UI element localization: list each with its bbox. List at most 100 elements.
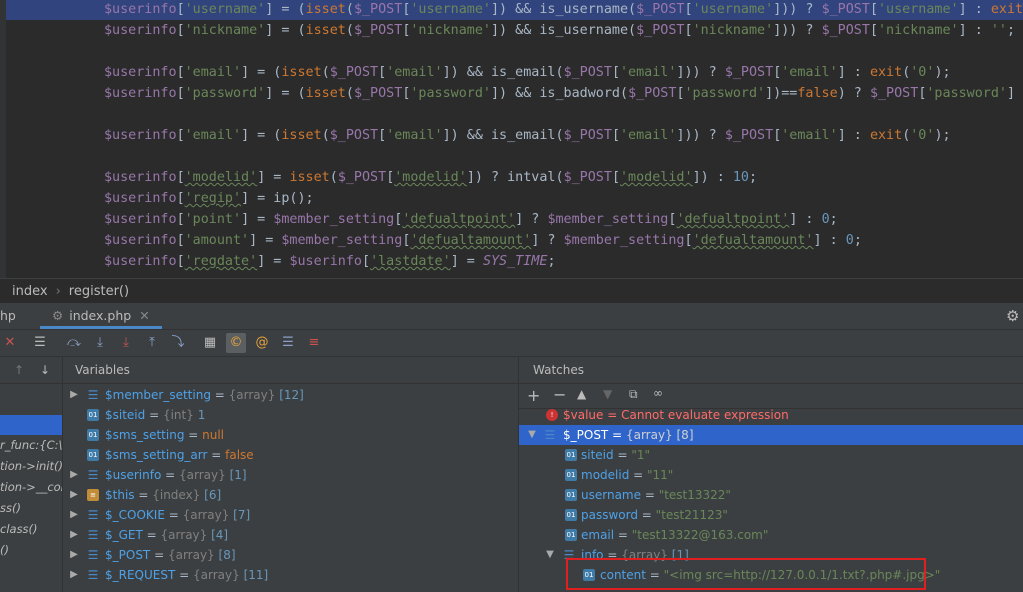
expand-arrow-icon[interactable]: ▶ [69, 545, 79, 565]
array-icon: ☰ [544, 428, 556, 442]
tab-index-php[interactable]: ⚙ index.php ✕ [40, 303, 162, 329]
variable-row[interactable]: ▶ ≡ $this = {index} [6] [63, 485, 518, 505]
variable-type-icon: 01 [87, 449, 99, 461]
variable-row[interactable]: ▶ ☰ $_REQUEST = {array} [11] [63, 565, 518, 585]
step-over-icon[interactable]: ⤓ [90, 333, 110, 353]
variable-text: $sms_setting_arr = false [105, 448, 254, 462]
code-line[interactable]: $userinfo['point'] = $member_setting['de… [104, 209, 838, 230]
variable-row[interactable]: 01 $sms_setting_arr = false [63, 445, 518, 465]
code-line[interactable]: $userinfo['regip'] = ip(); [104, 188, 314, 209]
watches-header: Watches [519, 357, 1023, 384]
code-line[interactable]: $userinfo['email'] = (isset($_POST['emai… [104, 62, 951, 83]
variable-type-icon: 01 [87, 409, 99, 421]
watches-panel: Watches + − ▲ ▼ ⧉ ∞ ! $value = Cannot eva… [519, 357, 1023, 592]
variable-text: $_COOKIE = {array} [7] [105, 508, 251, 522]
move-up-icon[interactable]: ▲ [577, 387, 586, 401]
step-out-icon[interactable]: ⤒ [142, 333, 162, 353]
watch-error-row[interactable]: ! $value = Cannot evaluate expression [519, 405, 1023, 425]
arrow-up-icon[interactable]: ↑ [14, 357, 24, 383]
watch-item-row[interactable]: 01 siteid = "1" [519, 445, 1023, 465]
php-file-icon: ⚙ [52, 308, 64, 323]
variable-type-icon: 01 [87, 429, 99, 441]
code-line[interactable]: $userinfo['modelid'] = isset($_POST['mod… [104, 167, 757, 188]
primitive-icon: 01 [565, 509, 577, 521]
variable-text: $userinfo = {array} [1] [105, 468, 247, 482]
breadcrumb-register[interactable]: register() [69, 284, 129, 299]
highlight-box [566, 558, 926, 590]
breadcrumb: index › register() [0, 278, 1023, 303]
variable-row[interactable]: ▶ ☰ $_GET = {array} [4] [63, 525, 518, 545]
watch-item-row[interactable]: 01 password = "test21123" [519, 505, 1023, 525]
variable-row[interactable]: 01 $siteid = {int} 1 [63, 405, 518, 425]
code-line[interactable]: $userinfo['regdate'] = $userinfo['lastda… [104, 251, 556, 272]
code-line[interactable]: $userinfo['nickname'] = (isset($_POST['n… [104, 20, 1015, 41]
variable-text: $sms_setting = null [105, 428, 225, 442]
stop-icon[interactable]: ✕ [0, 333, 20, 353]
move-down-icon[interactable]: ▼ [603, 387, 612, 401]
primitive-icon: 01 [565, 489, 577, 501]
variable-row[interactable]: 01 $sms_setting = null [63, 425, 518, 445]
variable-row[interactable]: ▶ ☰ $member_setting = {array} [12] [63, 385, 518, 405]
watch-item-row[interactable]: 01 username = "test13322" [519, 485, 1023, 505]
step-into-icon[interactable]: ⤓ [116, 333, 136, 353]
code-line[interactable]: $userinfo['email'] = (isset($_POST['emai… [104, 125, 951, 146]
primitive-icon: 01 [565, 529, 577, 541]
frame-item[interactable]: tion->__cor [0, 477, 62, 497]
close-icon[interactable]: ✕ [139, 308, 149, 323]
watches-title: Watches [533, 363, 584, 377]
remove-icon[interactable]: − [553, 385, 566, 404]
watch-item-row[interactable]: 01 modelid = "11" [519, 465, 1023, 485]
watch-icon[interactable]: @ [252, 333, 272, 353]
expand-arrow-icon[interactable]: ▶ [69, 465, 79, 485]
code-line[interactable]: $userinfo['amount'] = $member_setting['d… [104, 230, 862, 251]
collapse-arrow-icon[interactable]: ▼ [527, 425, 537, 445]
frame-item[interactable]: ss() [0, 498, 62, 518]
settings-gear-icon[interactable]: ⚙ [1006, 303, 1019, 329]
run-to-cursor-icon[interactable]: ⤵ [168, 333, 188, 353]
show-execution-point-icon[interactable]: ⤼ [64, 333, 84, 353]
watch-post-row[interactable]: ▼ ☰ $_POST = {array} [8] [519, 425, 1023, 445]
frame-item[interactable]: r_func:{C:\p [0, 435, 62, 455]
code-line[interactable]: $userinfo['username'] = (isset($_POST['u… [104, 0, 1023, 20]
list-icon[interactable]: ☰ [278, 333, 298, 353]
frame-selected[interactable] [0, 415, 62, 435]
code-line[interactable]: $userinfo['password'] = (isset($_POST['p… [104, 83, 1023, 104]
variables-header: Variables [63, 357, 518, 384]
breadcrumb-index[interactable]: index [12, 284, 48, 299]
frames-panel: ↑ ↓ r_func:{C:\ption->init()tion->__cors… [0, 357, 63, 592]
expand-arrow-icon[interactable]: ▶ [69, 505, 79, 525]
watch-item-row[interactable]: 01 email = "test13322@163.com" [519, 525, 1023, 545]
variable-text: $_GET = {array} [4] [105, 528, 229, 542]
variable-row[interactable]: ▶ ☰ $_POST = {array} [8] [63, 545, 518, 565]
frames-header: ↑ ↓ [0, 357, 62, 384]
variable-type-icon: ☰ [87, 388, 99, 402]
variable-type-icon: ☰ [87, 528, 99, 542]
variable-row[interactable]: ▶ ☰ $userinfo = {array} [1] [63, 465, 518, 485]
primitive-icon: 01 [565, 469, 577, 481]
add-watch-icon[interactable]: ≡ [304, 333, 324, 353]
glasses-icon[interactable]: ∞ [653, 386, 663, 400]
menu-icon[interactable]: ☰ [30, 333, 50, 353]
primitive-icon: 01 [565, 449, 577, 461]
arrow-down-icon[interactable]: ↓ [40, 357, 50, 383]
evaluate-expression-icon[interactable]: ▦ [200, 333, 220, 353]
expand-arrow-icon[interactable]: ▶ [69, 485, 79, 505]
collapse-arrow-icon[interactable]: ▼ [545, 545, 555, 565]
expand-arrow-icon[interactable]: ▶ [69, 565, 79, 585]
tab-index-php-label: index.php [69, 308, 132, 323]
variable-row[interactable]: ▶ ☰ $_COOKIE = {array} [7] [63, 505, 518, 525]
add-icon[interactable]: + [527, 386, 540, 405]
frame-item[interactable]: tion->init() [0, 456, 62, 476]
copy-icon[interactable]: ⧉ [629, 387, 638, 402]
variable-text: $_REQUEST = {array} [11] [105, 568, 269, 582]
constants-toggle-icon[interactable]: © [226, 333, 246, 353]
variable-type-icon: ☰ [87, 548, 99, 562]
frame-item[interactable]: class() [0, 519, 62, 539]
variable-type-icon: ☰ [87, 508, 99, 522]
frame-item[interactable]: () [0, 540, 62, 560]
expand-arrow-icon[interactable]: ▶ [69, 525, 79, 545]
variable-type-icon: ☰ [87, 568, 99, 582]
code-editor[interactable]: $userinfo['username'] = (isset($_POST['u… [0, 0, 1023, 278]
tab-left[interactable]: hp [0, 303, 16, 329]
expand-arrow-icon[interactable]: ▶ [69, 385, 79, 405]
